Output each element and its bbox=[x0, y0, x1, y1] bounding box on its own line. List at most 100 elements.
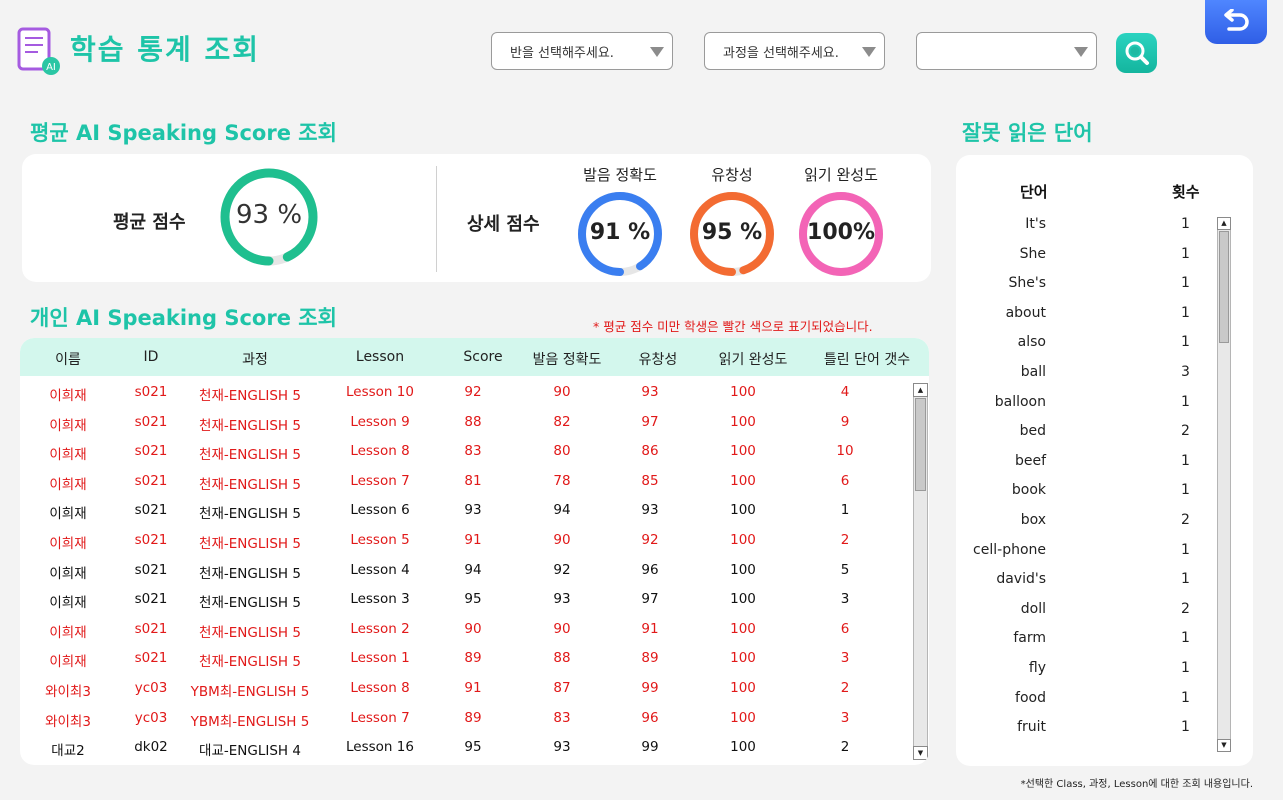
cell-fluency: 99 bbox=[641, 739, 659, 756]
word-row[interactable]: She 1 bbox=[956, 241, 1216, 271]
word-text: farm bbox=[1013, 630, 1046, 647]
cell-pron: 93 bbox=[553, 591, 571, 608]
footnote: *선택한 Class, 과정, Lesson에 대한 조회 내용입니다. bbox=[1020, 779, 1253, 790]
column-header-name: 이름 bbox=[55, 352, 81, 368]
cell-lesson: Lesson 4 bbox=[350, 561, 410, 578]
scroll-thumb[interactable] bbox=[915, 398, 926, 491]
cell-course: 천재-ENGLISH 5 bbox=[199, 624, 301, 641]
cell-score: 89 bbox=[464, 709, 482, 726]
word-row[interactable]: cell-phone 1 bbox=[956, 537, 1216, 567]
word-count: 3 bbox=[1181, 364, 1190, 380]
scroll-down-button[interactable]: ▼ bbox=[913, 746, 928, 760]
cell-score: 91 bbox=[464, 532, 482, 548]
cell-id: s021 bbox=[134, 591, 168, 608]
table-row[interactable]: 이희재 s021 천재-ENGLISH 5 Lesson 2 90 90 91 100 6 bbox=[20, 615, 910, 645]
cell-lesson: Lesson 1 bbox=[350, 650, 410, 667]
column-header-pronunciation: 발음 정확도 bbox=[532, 352, 602, 368]
fluency-value: 95 % bbox=[701, 220, 763, 245]
search-button[interactable] bbox=[1116, 33, 1157, 73]
cell-course: 천재-ENGLISH 5 bbox=[199, 417, 301, 434]
table-row[interactable]: 이희재 s021 천재-ENGLISH 5 Lesson 3 95 93 97 100 3 bbox=[20, 585, 910, 615]
word-row[interactable]: beef 1 bbox=[956, 448, 1216, 478]
table-row[interactable]: 이희재 s021 천재-ENGLISH 5 Lesson 6 93 94 93 100 1 bbox=[20, 496, 910, 526]
word-row[interactable]: ball 3 bbox=[956, 359, 1216, 389]
cell-lesson: Lesson 9 bbox=[350, 413, 410, 430]
words-scroll-down-button[interactable]: ▼ bbox=[1217, 739, 1231, 752]
cell-wrong: 2 bbox=[840, 680, 850, 696]
average-section-title: 평균 AI Speaking Score 조회 bbox=[30, 121, 337, 145]
table-row[interactable]: 이희재 s021 천재-ENGLISH 5 Lesson 7 81 78 85 100 6 bbox=[20, 467, 910, 497]
column-header-fluency: 유창성 bbox=[638, 352, 678, 368]
table-row[interactable]: 이희재 s021 천재-ENGLISH 5 Lesson 8 83 80 86 100 10 bbox=[20, 437, 910, 467]
cell-name: 대교2 bbox=[51, 743, 85, 760]
cell-complete: 100 bbox=[730, 561, 756, 578]
table-row[interactable]: 와이최3 yc03 YBM최-ENGLISH 5 Lesson 7 89 83 96 100 3 bbox=[20, 704, 910, 734]
cell-wrong: 1 bbox=[840, 502, 850, 519]
word-row[interactable]: doll 2 bbox=[956, 596, 1216, 626]
scroll-up-button[interactable]: ▲ bbox=[913, 383, 928, 397]
word-row[interactable]: farm 1 bbox=[956, 625, 1216, 655]
back-button[interactable] bbox=[1205, 0, 1267, 44]
cell-wrong: 3 bbox=[840, 650, 850, 667]
table-row[interactable]: 이희재 s021 천재-ENGLISH 5 Lesson 1 89 88 89 100 3 bbox=[20, 644, 910, 674]
word-row[interactable]: also 1 bbox=[956, 329, 1216, 359]
cell-pron: 87 bbox=[553, 680, 571, 696]
average-score-label: 평균 점수 bbox=[113, 212, 186, 233]
table-row[interactable]: 이희재 s021 천재-ENGLISH 5 Lesson 5 91 90 92 100 2 bbox=[20, 526, 910, 556]
course-select[interactable]: 과정을 선택해주세요. bbox=[704, 32, 885, 70]
lesson-select[interactable] bbox=[916, 32, 1097, 70]
cell-pron: 78 bbox=[553, 472, 571, 489]
cell-wrong: 2 bbox=[840, 739, 850, 756]
table-row[interactable]: 대교2 dk02 대교-ENGLISH 4 Lesson 16 95 93 99 100 2 bbox=[20, 733, 910, 763]
word-row[interactable]: box 2 bbox=[956, 507, 1216, 537]
cell-fluency: 85 bbox=[641, 472, 659, 489]
word-text: also bbox=[1017, 334, 1046, 351]
cell-wrong: 9 bbox=[840, 413, 850, 430]
cell-course: 천재-ENGLISH 5 bbox=[199, 388, 301, 404]
cell-fluency: 99 bbox=[641, 680, 659, 696]
table-row[interactable]: 와이최3 yc03 YBM최-ENGLISH 5 Lesson 8 91 87 99 100 2 bbox=[20, 674, 910, 704]
word-count: 2 bbox=[1181, 423, 1190, 440]
word-row[interactable]: balloon 1 bbox=[956, 389, 1216, 419]
cell-course: 천재-ENGLISH 5 bbox=[199, 595, 301, 612]
personal-section-title: 개인 AI Speaking Score 조회 bbox=[30, 306, 337, 330]
page-title: 학습 통계 조회 bbox=[70, 33, 261, 66]
pronunciation-gauge: 91 % bbox=[576, 190, 664, 278]
table-row[interactable]: 이희재 s021 천재-ENGLISH 5 Lesson 4 94 92 96 100 5 bbox=[20, 556, 910, 586]
cell-score: 90 bbox=[464, 620, 482, 637]
cell-name: 이희재 bbox=[49, 506, 87, 523]
table-row[interactable]: 이희재 s021 천재-ENGLISH 5 Lesson 10 92 90 93 100 4 bbox=[20, 378, 910, 408]
cell-course: 천재-ENGLISH 5 bbox=[199, 447, 301, 464]
cell-wrong: 3 bbox=[840, 591, 850, 608]
below-average-note: * 평균 점수 미만 학생은 빨간 색으로 표기되었습니다. bbox=[593, 319, 873, 334]
cell-score: 89 bbox=[464, 650, 482, 667]
word-row[interactable]: about 1 bbox=[956, 300, 1216, 330]
cell-score: 95 bbox=[464, 591, 482, 608]
table-row[interactable]: 이희재 s021 천재-ENGLISH 5 Lesson 9 88 82 97 100 9 bbox=[20, 408, 910, 438]
word-row[interactable]: bed 2 bbox=[956, 418, 1216, 448]
word-text: It's bbox=[1025, 216, 1046, 232]
cell-name: 이희재 bbox=[49, 388, 87, 404]
word-row[interactable]: She's 1 bbox=[956, 270, 1216, 300]
word-text: bed bbox=[1019, 423, 1046, 440]
cell-pron: 90 bbox=[553, 620, 571, 637]
cell-lesson: Lesson 7 bbox=[350, 709, 410, 726]
word-count: 1 bbox=[1181, 304, 1190, 321]
word-row[interactable]: It's 1 bbox=[956, 211, 1216, 241]
words-scroll-thumb[interactable] bbox=[1219, 231, 1229, 343]
word-row[interactable]: fruit 1 bbox=[956, 714, 1216, 744]
personal-score-table: 이름 ID 과정 Lesson Score 발음 정확도 유창성 읽기 완성도 … bbox=[20, 338, 929, 765]
cell-wrong: 3 bbox=[840, 709, 850, 726]
word-row[interactable]: food 1 bbox=[956, 685, 1216, 715]
word-text: fly bbox=[1028, 660, 1046, 676]
words-scroll-up-button[interactable]: ▲ bbox=[1217, 217, 1231, 230]
word-row[interactable]: david's 1 bbox=[956, 566, 1216, 596]
cell-id: s021 bbox=[134, 532, 168, 548]
chevron-down-icon bbox=[650, 47, 664, 57]
cell-wrong: 5 bbox=[840, 561, 850, 578]
word-row[interactable]: book 1 bbox=[956, 477, 1216, 507]
class-select[interactable]: 반을 선택해주세요. bbox=[491, 32, 673, 70]
cell-pron: 82 bbox=[553, 413, 571, 430]
word-row[interactable]: fly 1 bbox=[956, 655, 1216, 685]
word-count: 1 bbox=[1181, 482, 1190, 499]
